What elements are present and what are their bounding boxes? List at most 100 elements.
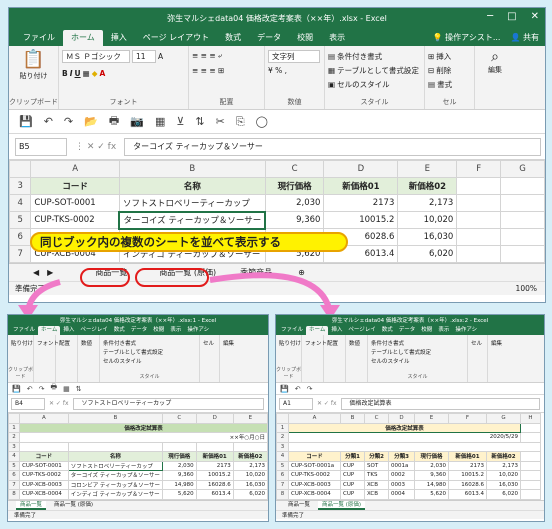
active-cell[interactable]: ソフトストロベリーティーカップ [67, 460, 164, 471]
column-header[interactable]: A [288, 413, 341, 424]
cell[interactable]: CUP [340, 489, 365, 500]
tab-review[interactable]: 校閲 [418, 326, 435, 335]
format-as-table-button[interactable]: テーブルとして書式設定 [103, 347, 196, 356]
cell[interactable]: 6,020 [232, 489, 268, 500]
cell[interactable]: 10,020 [232, 470, 268, 481]
cell[interactable] [195, 441, 234, 452]
cell[interactable]: 6013.4 [448, 489, 487, 500]
cell[interactable]: CUP-XCB-0004 [19, 489, 69, 500]
column-header[interactable]: A [19, 413, 69, 424]
paste-button[interactable]: 貼り付け [279, 338, 301, 347]
save-icon[interactable]: 💾 [280, 385, 289, 393]
cell[interactable]: 16028.6 [195, 479, 234, 490]
cells-button[interactable]: セル [471, 338, 484, 347]
column-header[interactable]: D [195, 413, 234, 424]
cell[interactable]: 10,020 [486, 470, 521, 481]
cell[interactable]: 5,620 [414, 489, 449, 500]
tab-insert[interactable]: 挿入 [60, 326, 77, 335]
cell[interactable] [520, 451, 541, 462]
cell[interactable]: CUP [340, 470, 365, 481]
number-button[interactable]: 数値 [81, 338, 96, 347]
tab-review[interactable]: 校閲 [150, 326, 167, 335]
row-number[interactable]: 1 [276, 422, 289, 433]
cell[interactable]: 2,173 [486, 460, 521, 471]
column-header[interactable]: B [340, 413, 365, 424]
cell[interactable]: 2173 [195, 460, 234, 471]
redo-icon[interactable]: ↷ [307, 385, 313, 393]
cell[interactable]: コロンビア ティーカップ＆ソーサー [67, 479, 164, 490]
cell[interactable] [520, 432, 541, 443]
cell[interactable]: CUP-XCB-0003 [19, 479, 69, 490]
cell[interactable]: CUP [340, 460, 365, 471]
column-header[interactable]: C [162, 413, 197, 424]
tab-data[interactable]: データ [396, 326, 419, 335]
save-icon[interactable]: 💾 [12, 385, 21, 393]
cell[interactable] [520, 470, 541, 481]
conditional-format-button[interactable]: 条件付き書式 [371, 338, 464, 347]
row-number[interactable]: 5 [276, 460, 289, 471]
cells-button[interactable]: セル [203, 338, 216, 347]
row-number[interactable]: 5 [8, 460, 21, 471]
conditional-format-button[interactable]: 条件付き書式 [103, 338, 196, 347]
cell[interactable]: 6013.4 [195, 489, 234, 500]
undo-icon[interactable]: ↶ [295, 385, 301, 393]
tab-home[interactable]: ホーム [306, 326, 329, 335]
cell[interactable]: 9,360 [162, 470, 197, 481]
row-number[interactable]: 3 [276, 441, 289, 452]
cell[interactable]: XCB [364, 489, 389, 500]
tell-me-box[interactable]: 操作アシ [452, 326, 480, 335]
sheet-tab-products[interactable]: 商品一覧 [284, 501, 314, 510]
cell[interactable]: 分類1 [340, 451, 365, 462]
cell[interactable]: コード [19, 451, 69, 462]
select-all-corner[interactable] [276, 413, 289, 424]
cell[interactable]: 分類3 [388, 451, 415, 462]
cell[interactable]: CUP-XCB-0003 [288, 479, 341, 490]
formula-buttons[interactable]: ✕ ✓ fx [49, 400, 69, 407]
tab-view[interactable]: 表示 [167, 326, 184, 335]
cell[interactable]: 10015.2 [448, 470, 487, 481]
cell[interactable]: ターコイズ ティーカップ＆ソーサー [67, 470, 164, 481]
cell[interactable]: 5,620 [162, 489, 197, 500]
cell[interactable] [520, 422, 541, 433]
tab-page-layout[interactable]: ページレイ [77, 326, 110, 335]
row-number[interactable]: 8 [276, 489, 289, 500]
cell-styles-button[interactable]: セルのスタイル [103, 356, 196, 365]
tell-me-box[interactable]: 操作アシ [184, 326, 212, 335]
tab-formulas[interactable]: 数式 [379, 326, 396, 335]
sheet-banner[interactable]: 価格改定試算表 [19, 422, 268, 433]
cell[interactable]: 14,980 [414, 479, 449, 490]
row-number[interactable]: 6 [8, 470, 21, 481]
cell[interactable]: 2,173 [232, 460, 268, 471]
font-button[interactable]: フォント [37, 338, 59, 347]
cell[interactable]: 現行価格 [414, 451, 449, 462]
select-all-corner[interactable] [8, 413, 21, 424]
redo-icon[interactable]: ↷ [39, 385, 45, 393]
cell[interactable]: インディゴ ティーカップ＆ソーサー [67, 489, 164, 500]
alignment-button[interactable]: 配置 [59, 338, 74, 347]
cell[interactable]: 0001a [388, 460, 415, 471]
column-header[interactable]: F [448, 413, 487, 424]
row-number[interactable]: 7 [276, 479, 289, 490]
name-box[interactable]: A1 [279, 397, 313, 410]
cell[interactable]: 16,030 [486, 479, 521, 490]
cell[interactable]: 名称 [67, 451, 164, 462]
date-cell[interactable]: ××年○月○日 [19, 432, 268, 443]
cell[interactable]: CUP-SOT-0001 [19, 460, 69, 471]
paste-button[interactable]: 貼り付け [11, 338, 33, 347]
row-number[interactable]: 3 [8, 441, 21, 452]
cell[interactable]: 14,980 [162, 479, 197, 490]
column-header[interactable]: C [364, 413, 389, 424]
cell[interactable]: TKS [364, 470, 389, 481]
cell[interactable] [288, 441, 541, 452]
tab-view[interactable]: 表示 [435, 326, 452, 335]
sheet-tab-products-cost[interactable]: 商品一覧 (原価) [318, 500, 366, 510]
row-number[interactable]: 7 [8, 479, 21, 490]
sheet-tab-products[interactable]: 商品一覧 [16, 500, 47, 510]
alignment-button[interactable]: 配置 [327, 338, 342, 347]
cell[interactable] [232, 441, 268, 452]
cell[interactable]: XCB [364, 479, 389, 490]
cell[interactable]: 2173 [448, 460, 487, 471]
cell[interactable] [162, 441, 197, 452]
column-header[interactable]: H [520, 413, 541, 424]
cell[interactable]: 0002 [388, 470, 415, 481]
